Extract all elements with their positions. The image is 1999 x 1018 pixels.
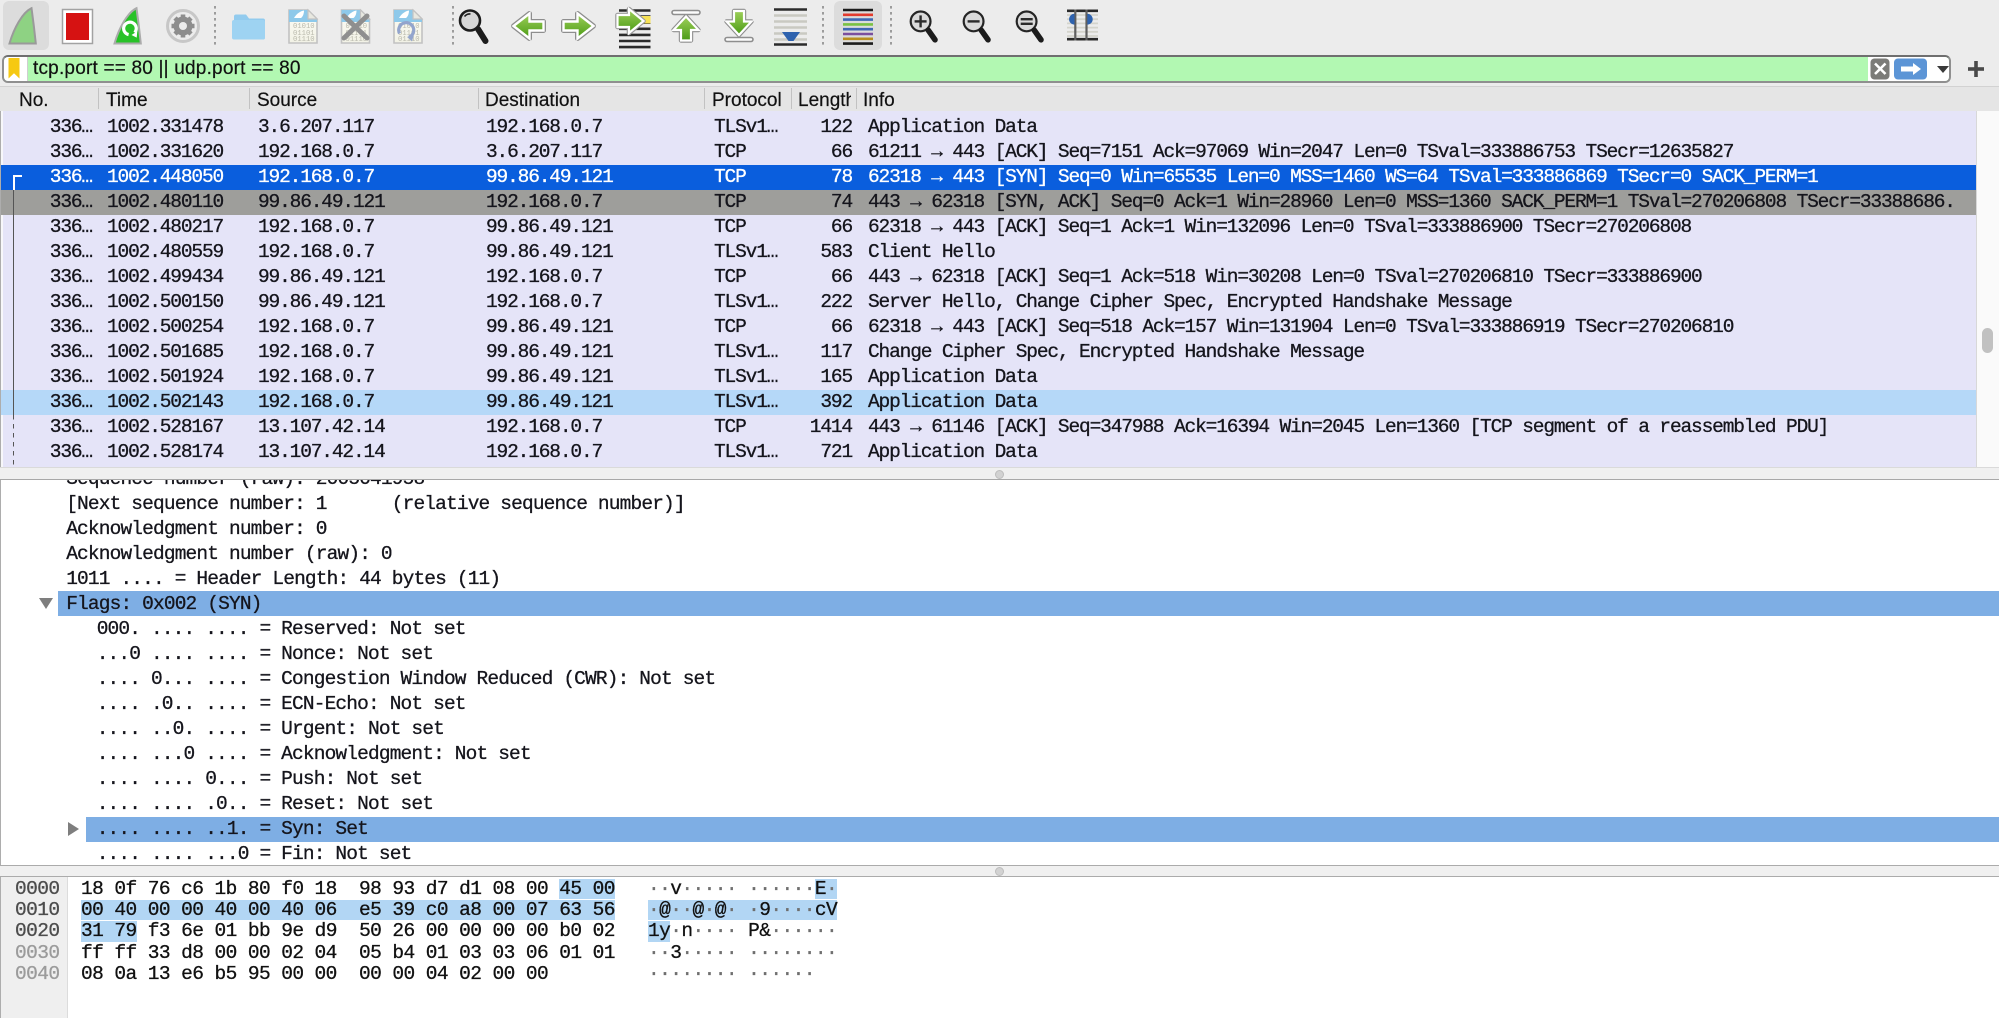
svg-text:01110: 01110 xyxy=(293,36,315,44)
